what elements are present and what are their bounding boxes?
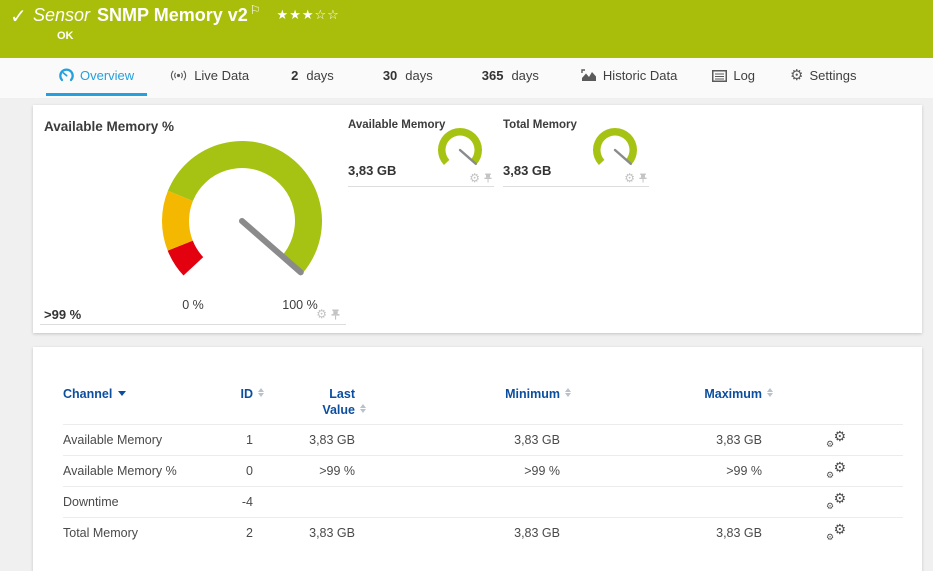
priority-stars[interactable]: ★★★☆☆ bbox=[277, 7, 340, 22]
ok-check-icon: ✓ bbox=[10, 4, 27, 29]
channel-settings-icon[interactable]: ⚙⚙ bbox=[826, 492, 846, 510]
available-memory-widget: Available Memory 3,83 GB ⚙ bbox=[348, 117, 494, 187]
tab-label: days bbox=[306, 68, 333, 83]
area-chart-icon bbox=[581, 69, 597, 82]
total-memory-gauge bbox=[591, 127, 639, 173]
tab-settings[interactable]: ⚙ Settings bbox=[777, 58, 869, 96]
cell-id: 2 bbox=[218, 518, 253, 549]
sort-desc-icon bbox=[118, 391, 126, 396]
gauge-min-label: 0 % bbox=[168, 298, 218, 312]
tab-label: Settings bbox=[810, 68, 857, 83]
column-header-minimum[interactable]: Minimum bbox=[355, 384, 560, 425]
cell-channel[interactable]: Available Memory bbox=[63, 425, 218, 456]
cell-last-value: 3,83 GB bbox=[253, 518, 355, 549]
broadcast-icon bbox=[169, 69, 188, 82]
widget-settings-icon[interactable]: ⚙ bbox=[624, 172, 635, 184]
log-icon bbox=[712, 70, 727, 82]
cell-channel[interactable]: Available Memory % bbox=[63, 456, 218, 487]
gauge-value: 3,83 GB bbox=[348, 163, 396, 178]
cell-minimum: >99 % bbox=[355, 456, 560, 487]
cell-id: -4 bbox=[218, 487, 253, 518]
tab-live-data[interactable]: Live Data bbox=[156, 58, 262, 96]
total-memory-widget: Total Memory 3,83 GB ⚙ bbox=[503, 117, 649, 187]
gear-icon: ⚙ bbox=[790, 68, 803, 83]
cell-id: 0 bbox=[218, 456, 253, 487]
tab-30-days[interactable]: 30days bbox=[363, 58, 453, 96]
cell-minimum: 3,83 GB bbox=[355, 425, 560, 456]
cell-maximum: >99 % bbox=[560, 456, 762, 487]
gauge-icon bbox=[59, 68, 74, 83]
channel-settings-icon[interactable]: ⚙⚙ bbox=[826, 430, 846, 448]
cell-channel[interactable]: Downtime bbox=[63, 487, 218, 518]
cell-last-value: >99 % bbox=[253, 456, 355, 487]
pin-icon[interactable] bbox=[484, 173, 492, 183]
available-memory-percent-gauge bbox=[157, 139, 327, 291]
sort-icon bbox=[258, 388, 265, 398]
column-header-last-value[interactable]: Last Value bbox=[253, 384, 355, 425]
gauge-title: Available Memory % bbox=[44, 119, 174, 134]
cell-maximum: 3,83 GB bbox=[560, 425, 762, 456]
object-kind-label: Sensor bbox=[33, 5, 90, 25]
column-header-actions bbox=[762, 384, 903, 425]
tab-label: Historic Data bbox=[603, 68, 677, 83]
flag-icon[interactable]: ⚐ bbox=[250, 3, 261, 17]
pin-icon[interactable] bbox=[331, 309, 340, 320]
channel-table: Channel ID Last Value Minimum Maximum Av… bbox=[63, 384, 903, 549]
gauge-title: Available Memory bbox=[348, 119, 445, 131]
widget-settings-icon[interactable]: ⚙ bbox=[469, 172, 480, 184]
cell-minimum: 3,83 GB bbox=[355, 518, 560, 549]
tab-log[interactable]: Log bbox=[699, 58, 768, 96]
gauge-title: Total Memory bbox=[503, 119, 577, 131]
tab-365-days[interactable]: 365days bbox=[462, 58, 559, 96]
pin-icon[interactable] bbox=[639, 173, 647, 183]
column-header-maximum[interactable]: Maximum bbox=[560, 384, 762, 425]
tab-label: Overview bbox=[80, 68, 134, 83]
channels-panel: Channel ID Last Value Minimum Maximum Av… bbox=[33, 347, 922, 571]
tab-label: days bbox=[511, 68, 538, 83]
tab-2-days[interactable]: 2days bbox=[271, 58, 354, 96]
sort-icon bbox=[767, 388, 774, 398]
channel-settings-icon[interactable]: ⚙⚙ bbox=[826, 461, 846, 479]
tab-overview[interactable]: Overview bbox=[46, 58, 147, 96]
cell-maximum bbox=[560, 487, 762, 518]
cell-id: 1 bbox=[218, 425, 253, 456]
tab-label: Log bbox=[733, 68, 755, 83]
tab-bar: Overview Live Data 2days30days365days Histo… bbox=[0, 58, 933, 98]
table-row: Available Memory %0>99 %>99 %>99 %⚙⚙ bbox=[63, 456, 903, 487]
tab-historic-data[interactable]: Historic Data bbox=[568, 58, 690, 96]
tab-label: days bbox=[405, 68, 432, 83]
cell-last-value: 3,83 GB bbox=[253, 425, 355, 456]
cell-maximum: 3,83 GB bbox=[560, 518, 762, 549]
sort-icon bbox=[565, 388, 572, 398]
gauges-panel: Available Memory % 0 % 100 % >99 % ⚙ Ava… bbox=[33, 105, 922, 333]
sort-icon bbox=[360, 404, 367, 414]
available-memory-gauge bbox=[436, 127, 484, 173]
channel-settings-icon[interactable]: ⚙⚙ bbox=[826, 523, 846, 541]
table-row: Available Memory13,83 GB3,83 GB3,83 GB⚙⚙ bbox=[63, 425, 903, 456]
sensor-header: ✓ Sensor SNMP Memory v2⚐ ★★★☆☆ OK bbox=[0, 0, 933, 58]
cell-minimum bbox=[355, 487, 560, 518]
cell-last-value bbox=[253, 487, 355, 518]
column-header-id[interactable]: ID bbox=[218, 384, 253, 425]
gauge-value: >99 % bbox=[44, 307, 81, 322]
widget-settings-icon[interactable]: ⚙ bbox=[316, 308, 327, 320]
table-row: Total Memory23,83 GB3,83 GB3,83 GB⚙⚙ bbox=[63, 518, 903, 549]
tab-label: Live Data bbox=[194, 68, 249, 83]
status-badge: OK bbox=[57, 30, 74, 42]
gauge-value: 3,83 GB bbox=[503, 163, 551, 178]
cell-channel[interactable]: Total Memory bbox=[63, 518, 218, 549]
page-title: SNMP Memory v2 bbox=[97, 5, 248, 25]
available-memory-percent-widget: Available Memory % 0 % 100 % >99 % ⚙ bbox=[40, 109, 346, 325]
table-row: Downtime-4 ⚙⚙ bbox=[63, 487, 903, 518]
column-header-channel[interactable]: Channel bbox=[63, 384, 218, 425]
